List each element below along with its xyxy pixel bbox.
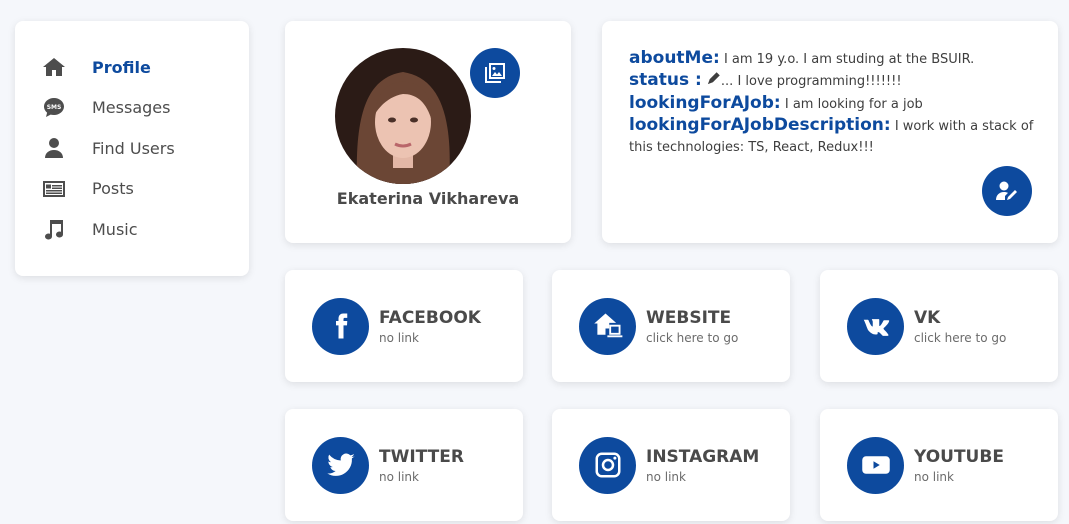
sidebar-item-profile[interactable]: Profile (15, 47, 249, 88)
social-link: no link (646, 469, 686, 484)
looking-for-job-label: lookingForAJob: (629, 92, 781, 113)
looking-for-job-value: I am looking for a job (784, 96, 923, 112)
svg-text:SMS: SMS (47, 104, 62, 111)
youtube-icon (847, 436, 904, 494)
social-name: VK (914, 307, 941, 328)
social-card-website[interactable]: WEBSITE click here to go (552, 270, 790, 382)
sms-icon: SMS (41, 95, 67, 121)
sidebar-item-label: Profile (92, 57, 151, 77)
facebook-icon (312, 297, 369, 355)
profile-card: Ekaterina Vikhareva (285, 21, 571, 243)
sidebar-item-label: Music (92, 219, 138, 239)
social-name: WEBSITE (646, 307, 732, 328)
edit-profile-button[interactable] (982, 166, 1032, 216)
user-edit-icon (995, 179, 1019, 203)
social-name: FACEBOOK (379, 307, 481, 328)
social-name: INSTAGRAM (646, 446, 760, 467)
status-label: status : (629, 70, 702, 90)
social-link: no link (914, 469, 954, 484)
user-icon (41, 135, 67, 161)
sidebar-nav: Profile SMS Messages Find Users Posts Mu… (15, 21, 249, 276)
sidebar-item-messages[interactable]: SMS Messages (15, 88, 249, 129)
job-description-row: lookingForAJobDescription: I work with a… (629, 115, 1036, 158)
about-card: aboutMe: I am 19 y.o. I am studing at th… (602, 21, 1058, 243)
social-card-instagram[interactable]: INSTAGRAM no link (552, 409, 790, 521)
social-card-facebook[interactable]: FACEBOOK no link (285, 270, 523, 382)
looking-for-job-row: lookingForAJob: I am looking for a job (629, 93, 1036, 115)
social-card-twitter[interactable]: TWITTER no link (285, 409, 523, 521)
home-laptop-icon (579, 297, 636, 355)
social-link: click here to go (646, 330, 739, 345)
social-name: YOUTUBE (914, 446, 1004, 467)
status-value: ... I love programming!!!!!!! (720, 74, 902, 89)
profile-name: Ekaterina Vikhareva (336, 189, 520, 208)
sidebar-item-music[interactable]: Music (15, 209, 249, 250)
sidebar-item-label: Messages (92, 98, 171, 118)
sidebar-item-posts[interactable]: Posts (15, 169, 249, 210)
pencil-icon (706, 71, 721, 93)
about-me-row: aboutMe: I am 19 y.o. I am studing at th… (629, 48, 1036, 70)
job-description-label: lookingForAJobDescription: (629, 114, 891, 135)
avatar (335, 48, 471, 184)
sidebar-item-label: Find Users (92, 138, 175, 158)
about-me-label: aboutMe: (629, 48, 720, 68)
social-link: click here to go (914, 330, 1007, 345)
social-link: no link (379, 469, 419, 484)
social-link: no link (379, 330, 419, 345)
instagram-icon (579, 436, 636, 494)
sidebar-item-find-users[interactable]: Find Users (15, 128, 249, 169)
social-card-vk[interactable]: VK click here to go (820, 270, 1058, 382)
social-name: TWITTER (379, 446, 464, 467)
status-row: status : ... I love programming!!!!!!! (629, 70, 1036, 93)
about-me-value: I am 19 y.o. I am studing at the BSUIR. (723, 52, 975, 67)
music-note-icon (41, 216, 67, 242)
vk-icon (847, 297, 904, 355)
social-card-youtube[interactable]: YOUTUBE no link (820, 409, 1058, 521)
twitter-icon (312, 436, 369, 494)
home-icon (41, 54, 67, 80)
change-photo-button[interactable] (470, 48, 520, 98)
newspaper-icon (41, 176, 67, 202)
sidebar-item-label: Posts (92, 179, 134, 199)
images-icon (483, 61, 507, 85)
